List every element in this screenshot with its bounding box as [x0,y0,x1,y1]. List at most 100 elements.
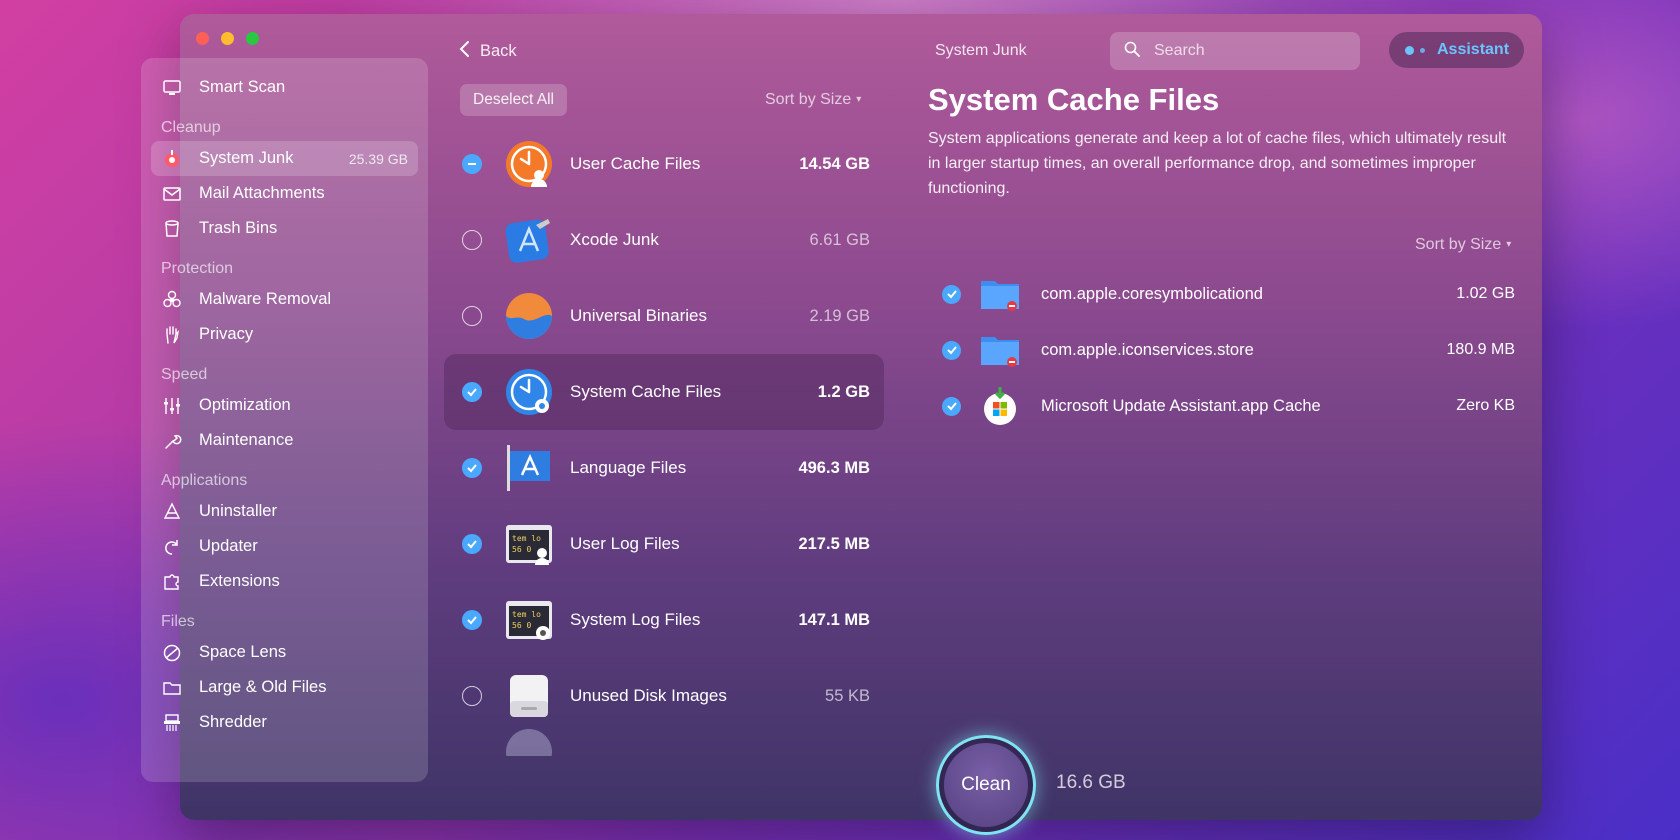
list-item[interactable]: Language Files 496.3 MB [444,430,884,506]
list-item[interactable]: tem lo 56 0 User Log Files 217.5 MB [444,506,884,582]
file-size: 1.02 GB [1456,285,1515,302]
checkbox[interactable] [462,306,482,326]
checkbox[interactable] [462,230,482,250]
file-row[interactable]: com.apple.coresymbolicationd 1.02 GB [930,266,1515,322]
item-size: 147.1 MB [798,610,870,629]
checked-checkbox[interactable] [942,284,961,304]
detail-sort-dropdown[interactable]: Sort by Size ▾ [1415,236,1511,254]
list-item-selected[interactable]: System Cache Files 1.2 GB [444,354,884,430]
svg-text:56 0: 56 0 [512,545,531,554]
checked-checkbox[interactable] [462,610,482,630]
sidebar-item-malware-removal[interactable]: Malware Removal [141,282,418,317]
sidebar-item-updater[interactable]: Updater [141,529,418,564]
back-button[interactable]: Back [458,40,517,63]
clean-button[interactable]: Clean [936,735,1036,835]
sidebar-section-title: Files [161,613,195,630]
sort-label: Sort by Size [765,91,852,108]
item-label: User Cache Files [570,154,701,173]
chevron-left-icon [458,40,470,63]
list-item[interactable]: Unused Disk Images 55 KB [444,658,884,734]
item-label: User Log Files [570,534,680,553]
sidebar-item-label: Space Lens [199,643,287,661]
item-size: 14.54 GB [799,154,870,173]
junk-category-list: User Cache Files 14.54 GB Xcode Junk 6.6… [444,126,884,756]
search-input[interactable] [1154,42,1334,60]
disk-image-icon [504,671,554,721]
file-row[interactable]: Microsoft Update Assistant.app Cache Zer… [930,378,1515,434]
sidebar-item-uninstaller[interactable]: Uninstaller [141,494,418,529]
checkbox[interactable] [462,686,482,706]
sidebar-item-trash-bins[interactable]: Trash Bins [141,211,418,246]
file-row[interactable]: com.apple.iconservices.store 180.9 MB [930,322,1515,378]
zoom-window-button[interactable] [246,32,259,45]
sidebar-item-label: Shredder [199,713,267,731]
item-size: 496.3 MB [798,458,870,477]
checked-checkbox[interactable] [462,458,482,478]
sidebar-item-large-old-files[interactable]: Large & Old Files [141,670,418,705]
deselect-all-button[interactable]: Deselect All [460,84,567,116]
checked-checkbox[interactable] [942,340,961,360]
space-lens-icon [161,642,183,664]
partial-checkbox[interactable] [462,154,482,174]
sidebar-item-optimization[interactable]: Optimization [141,388,418,423]
assistant-dot-icon [1405,45,1414,55]
checked-checkbox[interactable] [462,534,482,554]
mail-icon [161,183,183,205]
sort-by-size-dropdown[interactable]: Sort by Size ▾ [765,91,861,109]
item-size: 217.5 MB [798,534,870,553]
checked-checkbox[interactable] [942,396,961,416]
back-label: Back [480,42,517,60]
uninstaller-icon [161,501,183,523]
sidebar-item-space-lens[interactable]: Space Lens [141,635,418,670]
sidebar-item-extensions[interactable]: Extensions [141,564,418,599]
user-cache-icon [504,139,554,189]
sidebar-item-label: Mail Attachments [199,184,325,202]
item-size: 6.61 GB [809,230,870,249]
sidebar-item-mail-attachments[interactable]: Mail Attachments [141,176,418,211]
system-junk-icon [161,148,183,170]
item-label: Language Files [570,458,687,477]
item-label: System Log Files [570,610,701,629]
file-list: com.apple.coresymbolicationd 1.02 GB com… [930,266,1515,434]
list-item[interactable]: Xcode Junk 6.61 GB [444,202,884,278]
list-item[interactable]: Universal Binaries 2.19 GB [444,278,884,354]
sidebar-item-system-junk[interactable]: System Junk 25.39 GB [151,141,418,176]
file-name: com.apple.iconservices.store [1041,340,1254,359]
svg-text:tem lo: tem lo [512,610,541,619]
sidebar-item-label: Maintenance [199,431,294,449]
sidebar-item-label: Trash Bins [199,219,278,237]
minimize-window-button[interactable] [221,32,234,45]
item-label: Xcode Junk [570,230,659,249]
item-size: 2.19 GB [809,306,870,325]
assistant-dot-small-icon [1420,47,1425,53]
file-size: Zero KB [1456,397,1515,414]
sidebar-item-shredder[interactable]: Shredder [141,705,418,740]
sidebar-item-smart-scan[interactable]: Smart Scan [141,70,418,105]
search-icon [1124,41,1140,62]
puzzle-icon [161,571,183,593]
sidebar: Smart Scan Cleanup System Junk 25.39 GB … [141,58,428,782]
close-window-button[interactable] [196,32,209,45]
monitor-icon [161,77,183,99]
language-flag-icon [504,443,554,493]
list-item[interactable]: tem lo 56 0 System Log Files 147.1 MB [444,582,884,658]
sidebar-item-label: Updater [199,537,258,555]
assistant-button[interactable]: Assistant [1389,32,1524,68]
sidebar-item-label: Privacy [199,325,254,343]
item-label: Universal Binaries [570,306,707,325]
list-item[interactable]: User Cache Files 14.54 GB [444,126,884,202]
microsoft-update-icon [979,385,1021,427]
sidebar-section-title: Cleanup [161,119,221,136]
item-label: System Cache Files [570,382,722,401]
xcode-icon [504,215,554,265]
file-name: com.apple.coresymbolicationd [1041,284,1263,303]
assistant-label: Assistant [1437,41,1510,58]
sliders-icon [161,395,183,417]
file-name: Microsoft Update Assistant.app Cache [1041,396,1321,415]
search-box[interactable] [1110,32,1360,70]
sidebar-item-maintenance[interactable]: Maintenance [141,423,418,458]
sort-label: Sort by Size [1415,236,1502,253]
detail-title: System Cache Files [928,82,1220,117]
sidebar-item-privacy[interactable]: Privacy [141,317,418,352]
checked-checkbox[interactable] [462,382,482,402]
